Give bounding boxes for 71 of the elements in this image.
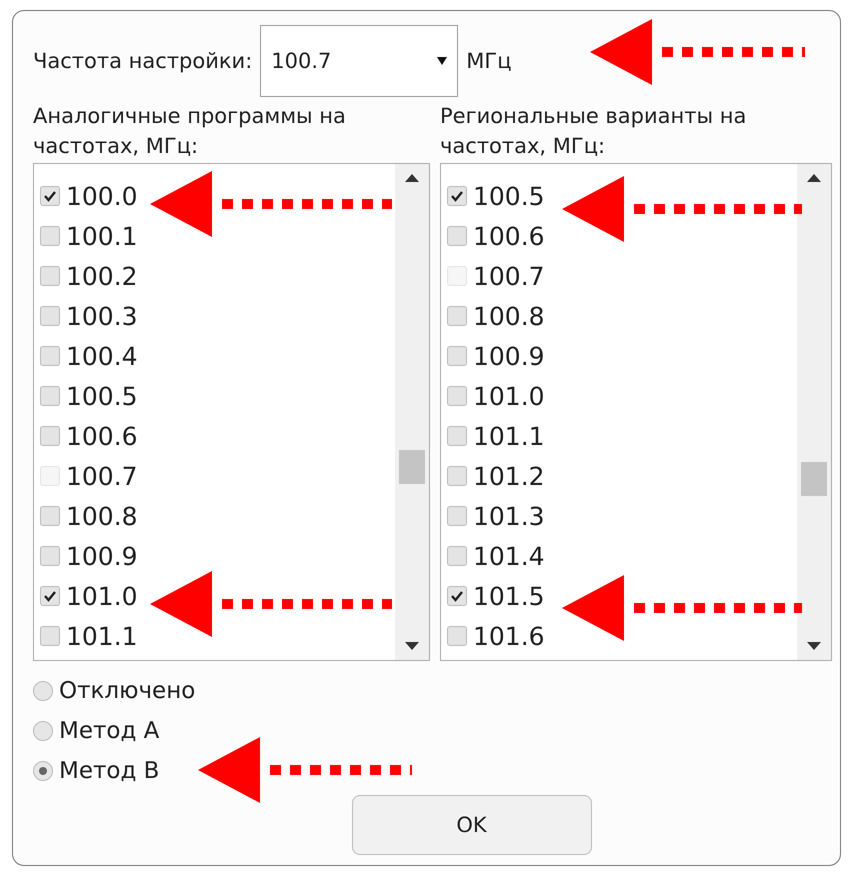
scroll-down-icon[interactable] [405, 642, 419, 650]
scroll-down-icon[interactable] [807, 642, 821, 650]
check-icon [43, 590, 57, 602]
checkbox[interactable] [40, 426, 60, 446]
check-icon [450, 190, 464, 202]
frequency-label: 101.0 [66, 582, 138, 610]
checkbox[interactable] [40, 586, 60, 606]
radio-button[interactable] [33, 681, 53, 701]
checkbox[interactable] [447, 346, 467, 366]
frequency-label: 101.0 [473, 382, 545, 410]
radio-label: Метод A [59, 718, 160, 744]
frequency-select[interactable]: 100.7 [260, 25, 458, 97]
checkbox[interactable] [40, 266, 60, 286]
checkbox[interactable] [447, 426, 467, 446]
checkbox[interactable] [447, 586, 467, 606]
list-heading: Аналогичные программы на частотах, МГц: [33, 103, 347, 160]
radio-button[interactable] [33, 761, 53, 781]
checkbox[interactable] [40, 546, 60, 566]
frequency-label: 100.7 [473, 262, 545, 290]
checkbox[interactable] [447, 386, 467, 406]
frequency-label: 101.2 [473, 462, 545, 490]
scroll-up-icon[interactable] [807, 174, 821, 182]
tuning-label: Частота настройки: [33, 49, 252, 73]
frequency-label: 101.3 [473, 502, 545, 530]
frequency-label: 101.1 [66, 622, 138, 650]
frequency-label: 101.6 [473, 622, 545, 650]
checkbox[interactable] [447, 226, 467, 246]
check-icon [43, 190, 57, 202]
checkbox[interactable] [40, 386, 60, 406]
frequency-label: 100.9 [66, 542, 138, 570]
frequency-label: 100.8 [473, 302, 545, 330]
frequency-label: 100.7 [66, 462, 138, 490]
radio-button[interactable] [33, 721, 53, 741]
checkbox[interactable] [40, 226, 60, 246]
list-heading: Региональные варианты на частотах, МГц: [440, 103, 748, 160]
checkbox[interactable] [447, 546, 467, 566]
checkbox[interactable] [447, 466, 467, 486]
frequency-label: 101.1 [473, 422, 545, 450]
scroll-thumb[interactable] [399, 450, 425, 484]
scroll-thumb[interactable] [801, 462, 827, 496]
checkbox[interactable] [40, 506, 60, 526]
scrollbar[interactable] [797, 164, 831, 660]
unit-label: МГц [466, 49, 512, 73]
ok-button[interactable]: OK [352, 795, 592, 855]
checkbox[interactable] [447, 626, 467, 646]
scroll-up-icon[interactable] [405, 174, 419, 182]
radio-label: Отключено [59, 678, 196, 704]
checkbox[interactable] [40, 626, 60, 646]
check-icon [450, 590, 464, 602]
dropdown-icon [437, 57, 448, 65]
checkbox[interactable] [40, 186, 60, 206]
frequency-label: 100.0 [66, 182, 138, 210]
frequency-label: 101.5 [473, 582, 545, 610]
frequency-label: 100.6 [66, 422, 138, 450]
frequency-label: 100.1 [66, 222, 138, 250]
checkbox[interactable] [40, 346, 60, 366]
checkbox[interactable] [447, 306, 467, 326]
checkbox[interactable] [447, 186, 467, 206]
scrollbar[interactable] [395, 164, 429, 660]
radio-label: Метод B [59, 758, 160, 784]
frequency-label: 100.2 [66, 262, 138, 290]
checkbox[interactable] [447, 506, 467, 526]
frequency-label: 100.5 [473, 182, 545, 210]
frequency-label: 100.3 [66, 302, 138, 330]
frequency-label: 100.5 [66, 382, 138, 410]
frequency-label: 100.6 [473, 222, 545, 250]
frequency-label: 100.8 [66, 502, 138, 530]
frequency-label: 100.9 [473, 342, 545, 370]
checkbox[interactable] [40, 306, 60, 326]
frequency-label: 100.4 [66, 342, 138, 370]
frequency-label: 101.4 [473, 542, 545, 570]
